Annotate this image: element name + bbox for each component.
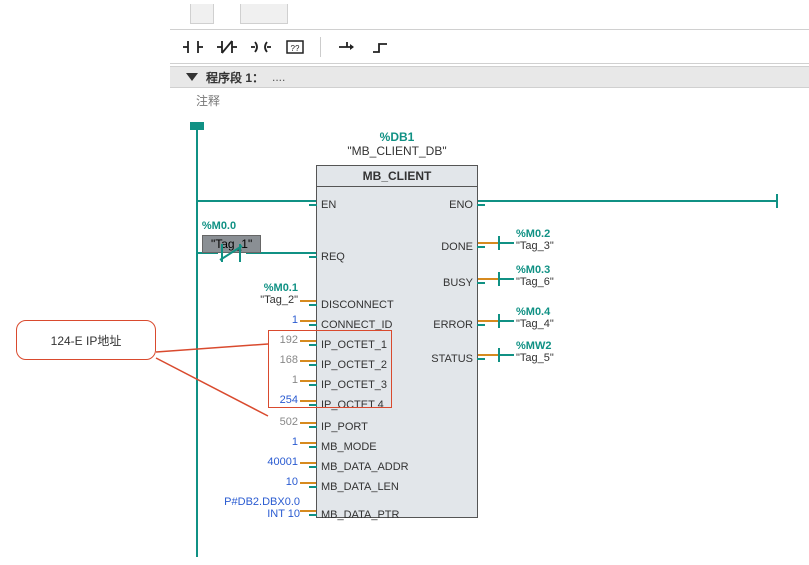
wire-ip2	[300, 360, 316, 362]
val-ip2[interactable]: 168	[256, 354, 298, 366]
pin-status: STATUS	[427, 351, 485, 367]
pin-connect-id: CONNECT_ID	[309, 317, 397, 333]
pin-mb-mode: MB_MODE	[309, 439, 381, 455]
val-ip1[interactable]: 192	[256, 334, 298, 346]
wire-port	[300, 422, 316, 424]
network-title[interactable]: ....	[272, 70, 285, 84]
wire-en	[196, 200, 316, 202]
val-error[interactable]: %M0.4 "Tag_4"	[516, 306, 554, 330]
wire-ptr	[300, 510, 316, 512]
fb-type: MB_CLIENT	[317, 166, 477, 187]
val-len[interactable]: 10	[256, 476, 298, 488]
network-header[interactable]: 程序段 1： ....	[170, 66, 809, 88]
editor-ruler	[170, 0, 809, 30]
rail-top	[190, 122, 204, 130]
wire-ip1	[300, 340, 316, 342]
val-port[interactable]: 502	[256, 416, 298, 428]
nc-contact-req[interactable]	[216, 244, 246, 262]
wire-connect	[300, 320, 316, 322]
pin-ip-port: IP_PORT	[309, 419, 372, 435]
wire-done	[478, 242, 500, 244]
svg-text:??: ??	[291, 44, 300, 53]
fb-body: EN REQ DISCONNECT CONNECT_ID IP_OCTET_1 …	[317, 187, 477, 517]
toolbar-divider	[320, 37, 321, 57]
val-connect-id[interactable]: 1	[266, 314, 298, 326]
ruler-fragment	[240, 4, 288, 24]
tool-branch-close[interactable]	[367, 36, 393, 58]
eno-term	[776, 194, 778, 208]
fb-db-addr: %DB1	[316, 130, 478, 144]
wire-ip3	[300, 380, 316, 382]
wire-addr	[300, 462, 316, 464]
callout-bubble: 124-E IP地址	[16, 320, 156, 360]
wire-ip4	[300, 400, 316, 402]
collapse-icon[interactable]	[186, 73, 198, 81]
wire-len	[300, 482, 316, 484]
val-mode[interactable]: 1	[256, 436, 298, 448]
term-error	[500, 320, 514, 322]
function-block[interactable]: MB_CLIENT EN REQ DISCONNECT CONNECT_ID I…	[316, 165, 478, 518]
tool-nc-contact[interactable]	[214, 36, 240, 58]
callout-connector	[152, 320, 272, 420]
power-rail	[196, 126, 198, 557]
tool-no-contact[interactable]	[180, 36, 206, 58]
val-busy[interactable]: %M0.3 "Tag_6"	[516, 264, 554, 288]
app-root: ?? 程序段 1： .... 注释 124-E IP地址 %DB1 "MB	[0, 0, 809, 565]
pin-disconnect: DISCONNECT	[309, 297, 398, 313]
tool-branch-open[interactable]	[333, 36, 359, 58]
ladder-canvas: 124-E IP地址 %DB1 "MB_CLIENT_DB" MB_CLIENT…	[196, 120, 801, 557]
ladder-toolbar: ??	[170, 30, 809, 64]
wire-eno	[478, 200, 778, 202]
term-busy	[500, 278, 514, 280]
pin-ip-octet-3: IP_OCTET_3	[309, 377, 391, 393]
pin-mb-data-ptr: MB_DATA_PTR	[309, 507, 403, 523]
val-ip3[interactable]: 1	[256, 374, 298, 386]
val-status[interactable]: %MW2 "Tag_5"	[516, 340, 554, 364]
req-operand[interactable]: %M0.0	[186, 220, 252, 232]
pin-error: ERROR	[429, 317, 485, 333]
val-ip4[interactable]: 254	[256, 394, 298, 406]
wire-disconnect	[300, 300, 316, 302]
ruler-fragment	[190, 4, 214, 24]
wire-busy	[478, 278, 500, 280]
wire-error	[478, 320, 500, 322]
pin-mb-data-len: MB_DATA_LEN	[309, 479, 403, 495]
tool-box-instruction[interactable]: ??	[282, 36, 308, 58]
wire-status	[478, 354, 500, 356]
val-done[interactable]: %M0.2 "Tag_3"	[516, 228, 554, 252]
val-ptr[interactable]: P#DB2.DBX0.0 INT 10	[216, 496, 300, 520]
pin-ip-octet-2: IP_OCTET_2	[309, 357, 391, 373]
pin-mb-data-addr: MB_DATA_ADDR	[309, 459, 413, 475]
pin-ip-octet-4: IP_OCTET 4	[309, 397, 388, 413]
wire-mode	[300, 442, 316, 444]
fb-instance-label: %DB1 "MB_CLIENT_DB"	[316, 130, 478, 158]
fb-db-name: "MB_CLIENT_DB"	[316, 144, 478, 158]
callout-text: 124-E IP地址	[51, 332, 122, 349]
tool-coil[interactable]	[248, 36, 274, 58]
term-done	[500, 242, 514, 244]
network-comment[interactable]: 注释	[196, 92, 220, 109]
pin-ip-octet-1: IP_OCTET_1	[309, 337, 391, 353]
network-index: 程序段 1：	[206, 69, 264, 86]
val-addr[interactable]: 40001	[246, 456, 298, 468]
term-status	[500, 354, 514, 356]
val-disconnect[interactable]: %M0.1 "Tag_2"	[236, 282, 298, 306]
